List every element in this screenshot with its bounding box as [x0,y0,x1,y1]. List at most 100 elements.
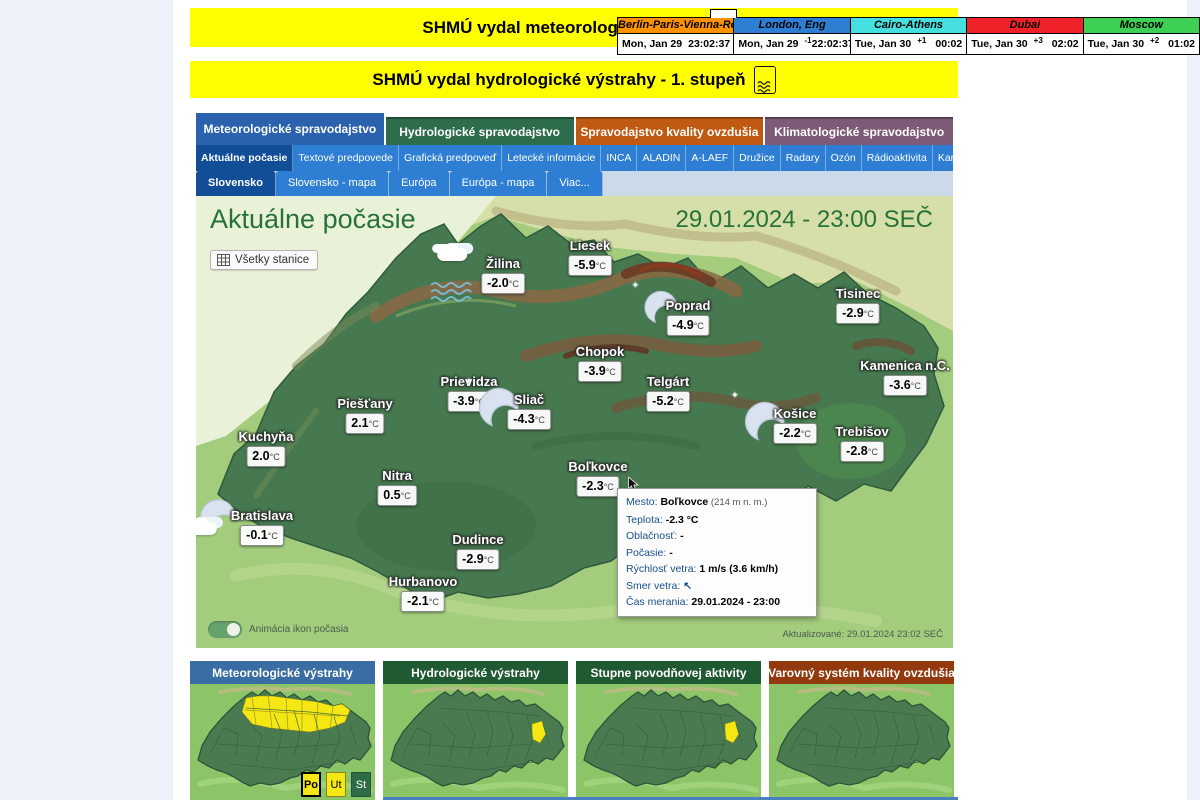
weather-station[interactable]: Sliač -4.3°C ✦ [507,392,551,430]
weather-station[interactable]: Tisinec -2.9°C [836,286,881,324]
toggle-knob [227,623,240,636]
clock-city-4[interactable]: Dubai Tue, Jan 30 +3 02:02 [967,18,1083,54]
day-button-st[interactable]: St [351,772,371,797]
map-datetime: 29.01.2024 - 23:00 SEČ [675,206,933,234]
sub-tab-label: ALADIN [642,152,680,164]
clock-city-time: Tue, Jan 30 +3 02:02 [967,34,1082,54]
clock-city-header: Dubai [967,18,1082,34]
clock-city-header: Berlin-Paris-Vienna-Roma [618,18,733,34]
clock-city-name: Berlin-Paris-Vienna-Roma [618,19,733,31]
clock-date: Tue, Jan 30 [1088,38,1144,50]
day-button-ut[interactable]: Ut [326,772,346,797]
view-tab[interactable]: Viac... [547,171,602,196]
mini-slovakia-map [576,684,761,800]
day-button-po[interactable]: Po [301,772,321,797]
view-tab[interactable]: Európa [389,171,449,196]
all-stations-button[interactable]: Všetky stanice [210,250,318,270]
tooltip-value: - [669,547,673,559]
day-buttons: PoUt St [301,772,371,797]
hydro-alert-banner[interactable]: SHMÚ vydal hydrologické výstrahy - 1. st… [190,61,958,98]
clock-offset: +1 [917,36,926,45]
weather-station[interactable]: Liesek -5.9°C [568,238,612,276]
view-tab[interactable]: Slovensko - mapa [276,171,389,196]
clock-time: 22:02:37 [812,38,854,50]
sub-tab[interactable]: ALADIN [637,145,686,171]
weather-map[interactable]: Aktuálne počasie 29.01.2024 - 23:00 SEČ … [196,196,953,648]
view-tab[interactable]: Európa - mapa [450,171,548,196]
station-name: Dudince [452,532,503,547]
toggle-pill[interactable] [208,621,242,638]
panel-header[interactable]: Varovný systém kvality ovzdušia [769,661,954,684]
clock-city-1[interactable]: Berlin-Paris-Vienna-Roma Mon, Jan 29 23:… [618,18,734,54]
station-temp: -2.1 [407,594,429,608]
panel-map[interactable] [576,684,761,800]
sub-tab[interactable]: A-LAEF [686,145,734,171]
sub-tab[interactable]: Kamery [933,145,953,171]
weather-station[interactable]: Poprad -4.9°C ✦ [666,298,711,336]
clock-time: 23:02:37 [688,38,730,50]
weather-station[interactable]: Telgárt -5.2°C [646,374,690,412]
tooltip-row: Počasie: - [626,545,808,562]
panel-header[interactable]: Meteorologické výstrahy [190,661,375,684]
clock-city-3[interactable]: Cairo-Athens Tue, Jan 30 +1 00:02 [851,18,967,54]
weather-station[interactable]: Nitra 0.5°C [377,468,417,506]
day-button-label: St [356,779,366,791]
weather-station[interactable]: Hurbanovo -2.1°C [389,574,458,612]
weather-station[interactable]: Košice -2.2°C ✦ [773,406,817,444]
station-temp-badge: -2.3°C [576,476,620,497]
weather-station[interactable]: Žilina -2.0°C [481,256,525,294]
panel-map[interactable]: PoUt St [190,684,375,800]
star-icon: ✦ [465,376,473,387]
panel-header[interactable]: Hydrologické výstrahy [383,661,568,684]
panel-header[interactable]: Stupne povodňovej aktivity [576,661,761,684]
sub-tab-label: Textové predpovede [298,152,393,164]
sub-tab[interactable]: Rádioaktivita [862,145,933,171]
sub-tab[interactable]: Letecké informácie [502,145,601,171]
clock-city-2[interactable]: London, Eng Mon, Jan 29 -1 22:02:37 [734,18,850,54]
tooltip-row: Rýchlosť vetra: 1 m/s (3.6 km/h) [626,561,808,578]
sub-tab[interactable]: Grafická predpoveď [399,145,502,171]
tooltip-row: Teplota: -2.3 °C [626,512,808,529]
station-temp: -2.9 [462,552,484,566]
star-icon: ✦ [731,390,739,401]
animation-toggle[interactable]: Animácia ikon počasia [208,621,349,638]
station-temp-badge: -3.6°C [883,375,927,396]
clock-date: Mon, Jan 29 [622,38,682,50]
weather-station[interactable]: Piešťany 2.1°C [337,396,392,434]
waves-glyph [757,79,773,93]
sub-tab[interactable]: Ozón [826,145,862,171]
main-tab[interactable]: Klimatologické spravodajstvo [765,117,953,145]
sub-tab[interactable]: Družice [734,145,781,171]
weather-station[interactable]: Chopok -3.9°C [576,344,624,382]
main-tab[interactable]: Hydrologické spravodajstvo [386,117,574,145]
clock-city-5[interactable]: Moscow Tue, Jan 30 +2 01:02 [1084,18,1199,54]
weather-station[interactable]: Trebišov -2.8°C [835,424,888,462]
main-tab[interactable]: Spravodajstvo kvality ovzdušia [576,117,764,145]
tooltip-row: Čas merania: 29.01.2024 - 23:00 [626,594,808,611]
sub-tab[interactable]: Aktuálne počasie [196,145,293,171]
star-icon: ✦ [632,280,640,291]
sub-tab[interactable]: Textové predpovede [293,145,399,171]
weather-station[interactable]: Bratislava -0.1°C ✦ [231,508,293,546]
station-temp-badge: 0.5°C [377,485,417,506]
cloud-icon [196,522,217,535]
view-tab-label: Európa - mapa [462,177,535,189]
tooltip-row: Mesto: Boľkovce (214 m n. m.) [626,494,808,512]
station-temp-unit: °C [268,531,278,541]
sub-tab-label: Rádioaktivita [867,152,927,164]
panel-title: Hydrologické výstrahy [411,666,540,680]
weather-station[interactable]: Kamenica n.C. -3.6°C [860,358,950,396]
sub-tab[interactable]: INCA [601,145,637,171]
panel-map[interactable] [769,684,954,800]
clock-city-time: Tue, Jan 30 +2 01:02 [1084,34,1199,54]
clock-time: 01:02 [1168,38,1195,50]
main-tab[interactable]: Meteorologické spravodajstvo [196,113,384,145]
view-tab[interactable]: Slovensko [196,171,276,196]
panel-map[interactable] [383,684,568,800]
sub-tab[interactable]: Radary [781,145,826,171]
main-tab-label: Spravodajstvo kvality ovzdušia [580,125,758,139]
clock-offset: +3 [1034,36,1043,45]
clock-city-header: London, Eng [734,18,849,34]
weather-station[interactable]: Dudince -2.9°C [452,532,503,570]
weather-station[interactable]: Kuchyňa 2.0°C [239,429,294,467]
